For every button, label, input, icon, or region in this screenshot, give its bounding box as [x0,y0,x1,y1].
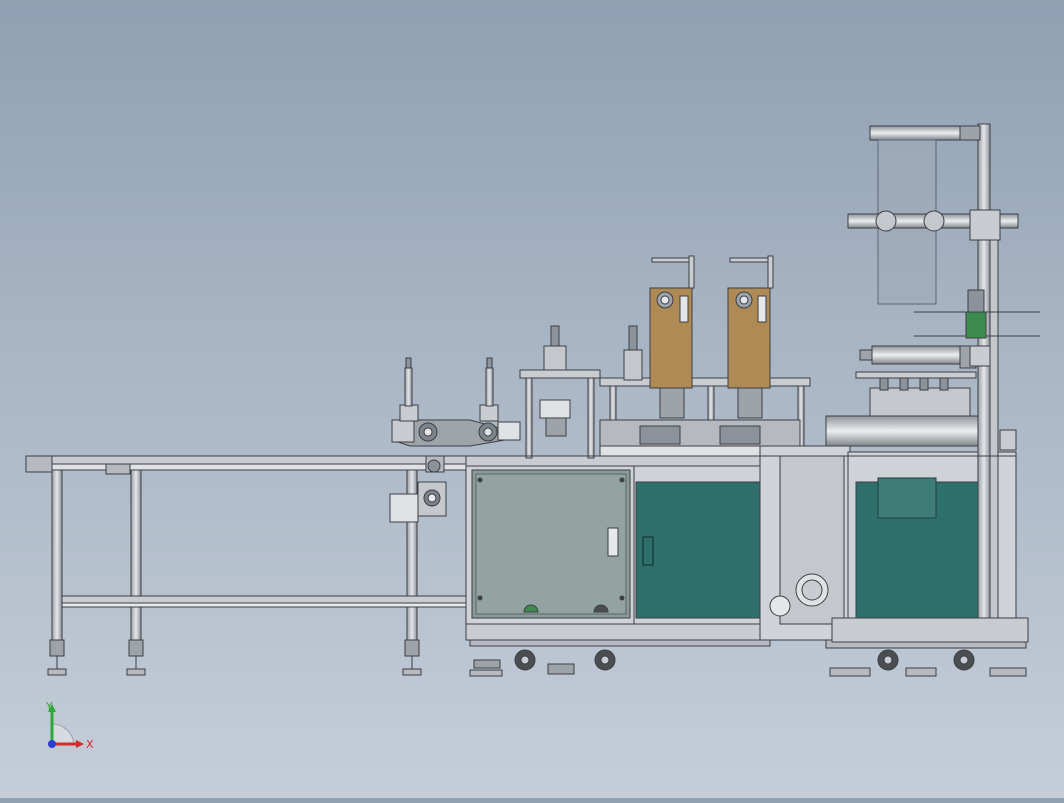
feed-assembly [825,345,987,447]
x-axis-label: X [86,738,94,751]
y-axis-label: Y [45,700,53,713]
electrical-box [759,445,851,641]
z-axis-dot-icon [48,740,56,748]
axis-triad: Y X [45,700,94,751]
cad-viewport[interactable]: Y X [0,0,1064,798]
triad-plane-icon [51,723,75,745]
x-arrowhead-icon [76,740,84,748]
stacker-head [391,357,521,447]
conveyor-table [25,455,469,676]
machine-model[interactable] [0,0,1064,798]
